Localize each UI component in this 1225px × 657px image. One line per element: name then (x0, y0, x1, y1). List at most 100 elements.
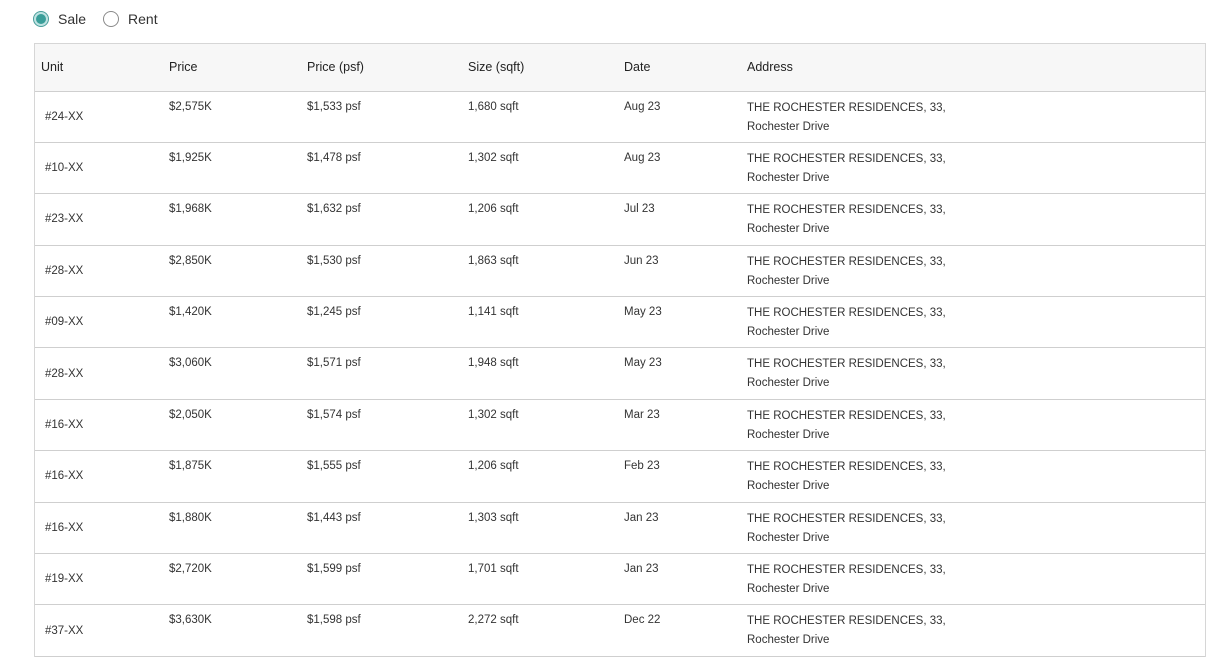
cell-date: Aug 23 (624, 100, 661, 113)
cell-price: $1,968K (169, 203, 212, 216)
cell-price-psf: $1,443 psf (307, 511, 361, 524)
cell-address: THE ROCHESTER RESIDENCES, 33, Rochester D… (747, 245, 1205, 296)
cell-price: $1,925K (169, 151, 212, 164)
cell-price: $1,875K (169, 460, 212, 473)
cell-price-psf: $1,245 psf (307, 306, 361, 319)
transactions-table-container: Unit Price Price (psf) Size (sqft) Date … (34, 43, 1206, 657)
table-row[interactable]: #24-XX $2,575K $1,533 psf 1,680 sqft Aug 23 T… (35, 91, 1205, 143)
cell-date: Dec 22 (624, 614, 661, 627)
cell-date: Feb 23 (624, 460, 660, 473)
column-header-price[interactable]: Price (169, 44, 307, 92)
address-line-1: THE ROCHESTER RESIDENCES, 33, (747, 101, 946, 114)
address-line-1: THE ROCHESTER RESIDENCES, 33, (747, 615, 946, 628)
table-row[interactable]: #16-XX $2,050K $1,574 psf 1,302 sqft Mar 23 T… (35, 399, 1205, 451)
cell-date: Jan 23 (624, 563, 659, 576)
radio-sale-label: Sale (58, 11, 87, 27)
cell-size: 1,948 sqft (468, 357, 519, 370)
cell-date: Mar 23 (624, 408, 660, 421)
column-header-unit[interactable]: Unit (35, 44, 169, 92)
cell-price-psf: $1,571 psf (307, 357, 361, 370)
cell-date: May 23 (624, 357, 662, 370)
cell-size: 1,701 sqft (468, 563, 519, 576)
address-line-2: Rochester Drive (747, 223, 830, 236)
address-line-2: Rochester Drive (747, 428, 830, 441)
address-line-2: Rochester Drive (747, 583, 830, 596)
cell-size: 1,206 sqft (468, 203, 519, 216)
cell-size: 1,680 sqft (468, 100, 519, 113)
table-row[interactable]: #28-XX $2,850K $1,530 psf 1,863 sqft Jun 23 T… (35, 245, 1205, 297)
cell-price: $1,880K (169, 511, 212, 524)
cell-unit: #19-XX (45, 573, 84, 586)
cell-price-psf: $1,530 psf (307, 254, 361, 267)
address-line-1: THE ROCHESTER RESIDENCES, 33, (747, 204, 946, 217)
cell-date: Aug 23 (624, 151, 661, 164)
table-header: Unit Price Price (psf) Size (sqft) Date … (35, 44, 1205, 92)
cell-price: $2,720K (169, 563, 212, 576)
radio-option-rent[interactable]: Rent (103, 11, 158, 27)
table-row[interactable]: #09-XX $1,420K $1,245 psf 1,141 sqft May 23 T… (35, 297, 1205, 348)
address-line-2: Rochester Drive (747, 634, 830, 647)
table-row[interactable]: #16-XX $1,875K $1,555 psf 1,206 sqft Feb 23 T… (35, 451, 1205, 503)
cell-size: 1,302 sqft (468, 151, 519, 164)
radio-rent-label: Rent (128, 11, 158, 27)
cell-address: THE ROCHESTER RESIDENCES, 33, Rochester D… (747, 451, 1205, 502)
cell-size: 1,302 sqft (468, 408, 519, 421)
cell-unit: #23-XX (45, 213, 84, 226)
table-row[interactable]: #28-XX $3,060K $1,571 psf 1,948 sqft May 23 T… (35, 348, 1205, 400)
cell-price-psf: $1,533 psf (307, 100, 361, 113)
cell-address: THE ROCHESTER RESIDENCES, 33, Rochester D… (747, 142, 1205, 193)
column-header-address[interactable]: Address (747, 44, 1205, 92)
cell-date: Jan 23 (624, 511, 659, 524)
cell-size: 2,272 sqft (468, 614, 519, 627)
transactions-table: Unit Price Price (psf) Size (sqft) Date … (35, 44, 1205, 657)
cell-unit: #16-XX (45, 521, 84, 534)
table-row[interactable]: #10-XX $1,925K $1,478 psf 1,302 sqft Aug 23 T… (35, 142, 1205, 194)
address-line-2: Rochester Drive (747, 120, 830, 133)
cell-date: Jul 23 (624, 203, 655, 216)
address-line-2: Rochester Drive (747, 377, 830, 390)
column-header-date[interactable]: Date (624, 44, 747, 92)
address-line-2: Rochester Drive (747, 171, 830, 184)
cell-address: THE ROCHESTER RESIDENCES, 33, Rochester D… (747, 194, 1205, 245)
address-line-1: THE ROCHESTER RESIDENCES, 33, (747, 461, 946, 474)
cell-price-psf: $1,632 psf (307, 203, 361, 216)
table-row[interactable]: #23-XX $1,968K $1,632 psf 1,206 sqft Jul 23 T… (35, 194, 1205, 246)
address-line-2: Rochester Drive (747, 274, 830, 287)
address-line-1: THE ROCHESTER RESIDENCES, 33, (747, 512, 946, 525)
cell-price-psf: $1,555 psf (307, 460, 361, 473)
address-line-1: THE ROCHESTER RESIDENCES, 33, (747, 255, 946, 268)
radio-option-sale[interactable]: Sale (33, 11, 86, 27)
radio-dot-icon (36, 14, 46, 24)
cell-price-psf: $1,574 psf (307, 408, 361, 421)
table-body: #24-XX $2,575K $1,533 psf 1,680 sqft Aug 23 T… (35, 91, 1205, 657)
address-line-1: THE ROCHESTER RESIDENCES, 33, (747, 358, 946, 371)
table-row[interactable]: #37-XX $3,630K $1,598 psf 2,272 sqft Dec 22 T… (35, 605, 1205, 657)
cell-price-psf: $1,478 psf (307, 151, 361, 164)
radio-rent-unchecked-icon[interactable] (103, 11, 120, 27)
cell-size: 1,141 sqft (468, 306, 519, 319)
table-row[interactable]: #19-XX $2,720K $1,599 psf 1,701 sqft Jan 23 T… (35, 554, 1205, 605)
cell-unit: #28-XX (45, 264, 84, 277)
cell-price-psf: $1,599 psf (307, 563, 361, 576)
column-header-size[interactable]: Size (sqft) (468, 44, 624, 92)
cell-unit: #24-XX (45, 110, 84, 123)
cell-size: 1,206 sqft (468, 460, 519, 473)
cell-address: THE ROCHESTER RESIDENCES, 33, Rochester D… (747, 502, 1205, 553)
cell-unit: #16-XX (45, 419, 84, 432)
address-line-2: Rochester Drive (747, 480, 830, 493)
address-line-2: Rochester Drive (747, 531, 830, 544)
cell-address: THE ROCHESTER RESIDENCES, 33, Rochester D… (747, 554, 1205, 605)
cell-price: $1,420K (169, 306, 212, 319)
cell-unit: #09-XX (45, 316, 84, 329)
address-line-1: THE ROCHESTER RESIDENCES, 33, (747, 307, 946, 320)
cell-unit: #37-XX (45, 624, 84, 637)
cell-price: $2,050K (169, 408, 212, 421)
cell-address: THE ROCHESTER RESIDENCES, 33, Rochester D… (747, 605, 1205, 656)
radio-sale-checked-icon[interactable] (33, 11, 49, 27)
cell-size: 1,863 sqft (468, 254, 519, 267)
cell-date: May 23 (624, 306, 662, 319)
address-line-1: THE ROCHESTER RESIDENCES, 33, (747, 564, 946, 577)
cell-unit: #16-XX (45, 470, 84, 483)
column-header-price-psf[interactable]: Price (psf) (307, 44, 468, 92)
table-row[interactable]: #16-XX $1,880K $1,443 psf 1,303 sqft Jan 23 T… (35, 502, 1205, 554)
